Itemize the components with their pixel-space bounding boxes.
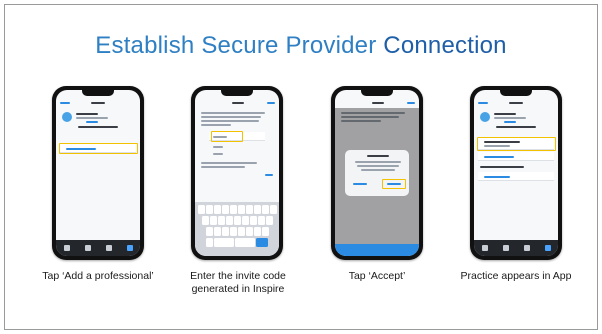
slide-title: Establish Secure Provider Connection: [0, 32, 602, 60]
highlight-box: [382, 179, 406, 189]
profile-nav-bar: [60, 99, 136, 107]
done-link: [265, 174, 273, 176]
submit-bar[interactable]: [335, 244, 419, 256]
authorize-nav-bar: [339, 99, 415, 107]
profile-tab-icon[interactable]: [126, 245, 133, 251]
slide: Establish Secure Provider Connection Tap…: [0, 0, 602, 334]
phone-screen-invite-code: [195, 90, 279, 256]
phone-step-1: [52, 86, 144, 260]
sign-out-link: [86, 121, 98, 123]
live-session-row[interactable]: [478, 172, 554, 181]
tab-bar: [56, 240, 140, 256]
keyboard[interactable]: [195, 202, 279, 256]
screen-title: [509, 102, 523, 104]
phone-step-3: [331, 86, 423, 260]
decline-button[interactable]: [353, 183, 367, 185]
profile-nav-bar: [478, 99, 554, 107]
phone-step-4: [470, 86, 562, 260]
phone-step-2: [191, 86, 283, 260]
title-part-2: Connection: [383, 32, 507, 59]
step-3-caption: Tap ‘Accept’: [348, 270, 406, 282]
highlight-box: [477, 137, 556, 151]
phone-screen-authorize: [335, 90, 419, 256]
close-link: [267, 102, 275, 104]
tools-tab-icon[interactable]: [84, 245, 91, 251]
add-professional-row[interactable]: [478, 152, 554, 161]
email-line: [76, 117, 108, 119]
stats-tab-icon[interactable]: [105, 245, 112, 251]
avatar: [62, 112, 72, 122]
phone-screen-profile-connected: [474, 90, 558, 256]
signed-in-line: [76, 113, 98, 115]
last-sync-line: [78, 126, 118, 128]
authorize-dialog: [345, 150, 409, 196]
screen-title: [372, 102, 384, 104]
tools-tab-icon[interactable]: [502, 245, 509, 251]
dialog-title: [367, 155, 389, 157]
home-tab-icon[interactable]: [63, 245, 70, 251]
step-2-caption: Enter the invite code generated in Inspi…: [190, 270, 286, 295]
back-link: [60, 102, 70, 104]
phone-screen-profile: [56, 90, 140, 256]
phone-notch: [221, 90, 253, 96]
screen-title: [91, 102, 105, 104]
step-1-caption: Tap ‘Add a professional’: [42, 270, 154, 282]
title-part-1: Establish Secure Provider: [95, 32, 384, 59]
highlight-box: [211, 131, 243, 142]
phone-notch: [500, 90, 532, 96]
invite-nav-bar: [199, 99, 275, 107]
tab-bar: [474, 240, 558, 256]
phone-notch: [82, 90, 114, 96]
avatar: [480, 112, 490, 122]
home-tab-icon[interactable]: [481, 245, 488, 251]
phone-notch: [361, 90, 393, 96]
stats-tab-icon[interactable]: [523, 245, 530, 251]
highlight-box: [59, 143, 138, 154]
step-4-caption: Practice appears in App: [460, 270, 572, 282]
screen-title: [232, 102, 244, 104]
profile-tab-icon[interactable]: [544, 245, 551, 251]
back-link: [478, 102, 488, 104]
